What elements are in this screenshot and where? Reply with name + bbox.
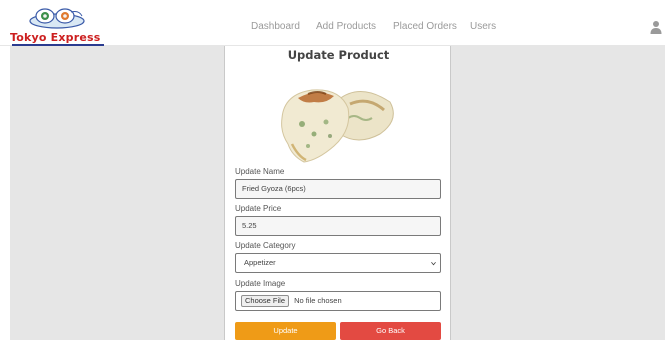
image-file-input: Choose File No file chosen [235,291,441,311]
brand-logo-link[interactable]: Tokyo Express [10,6,104,46]
category-label: Update Category [235,241,296,250]
go-back-button[interactable]: Go Back [340,322,441,340]
name-label: Update Name [235,167,285,176]
category-selected-value: Appetizer [244,258,276,267]
category-select[interactable]: Appetizer [235,253,441,273]
name-input[interactable]: Fried Gyoza (6pcs) [235,179,441,199]
image-label: Update Image [235,279,286,288]
user-icon[interactable] [650,20,662,34]
nav-dashboard[interactable]: Dashboard [251,21,300,32]
price-input[interactable]: 5.25 [235,216,441,236]
fried-gyoza-photo [281,89,394,163]
nav-add-products[interactable]: Add Products [316,21,376,32]
update-product-card: Update Product Update Name Fried Gyoza (… [224,46,451,340]
nav-users[interactable]: Users [470,21,496,32]
update-button[interactable]: Update [235,322,336,340]
nav-placed-orders[interactable]: Placed Orders [393,21,457,32]
file-status-text: No file chosen [294,296,342,305]
page-title: Update Product [287,48,390,62]
price-label: Update Price [235,204,282,213]
chevron-down-icon [431,261,436,266]
brand-name: Tokyo Express [10,31,101,44]
sushi-logo-icon [29,8,85,29]
choose-file-button[interactable]: Choose File [241,295,290,307]
navbar: Tokyo Express Dashboard Add Products Pla… [0,0,665,46]
